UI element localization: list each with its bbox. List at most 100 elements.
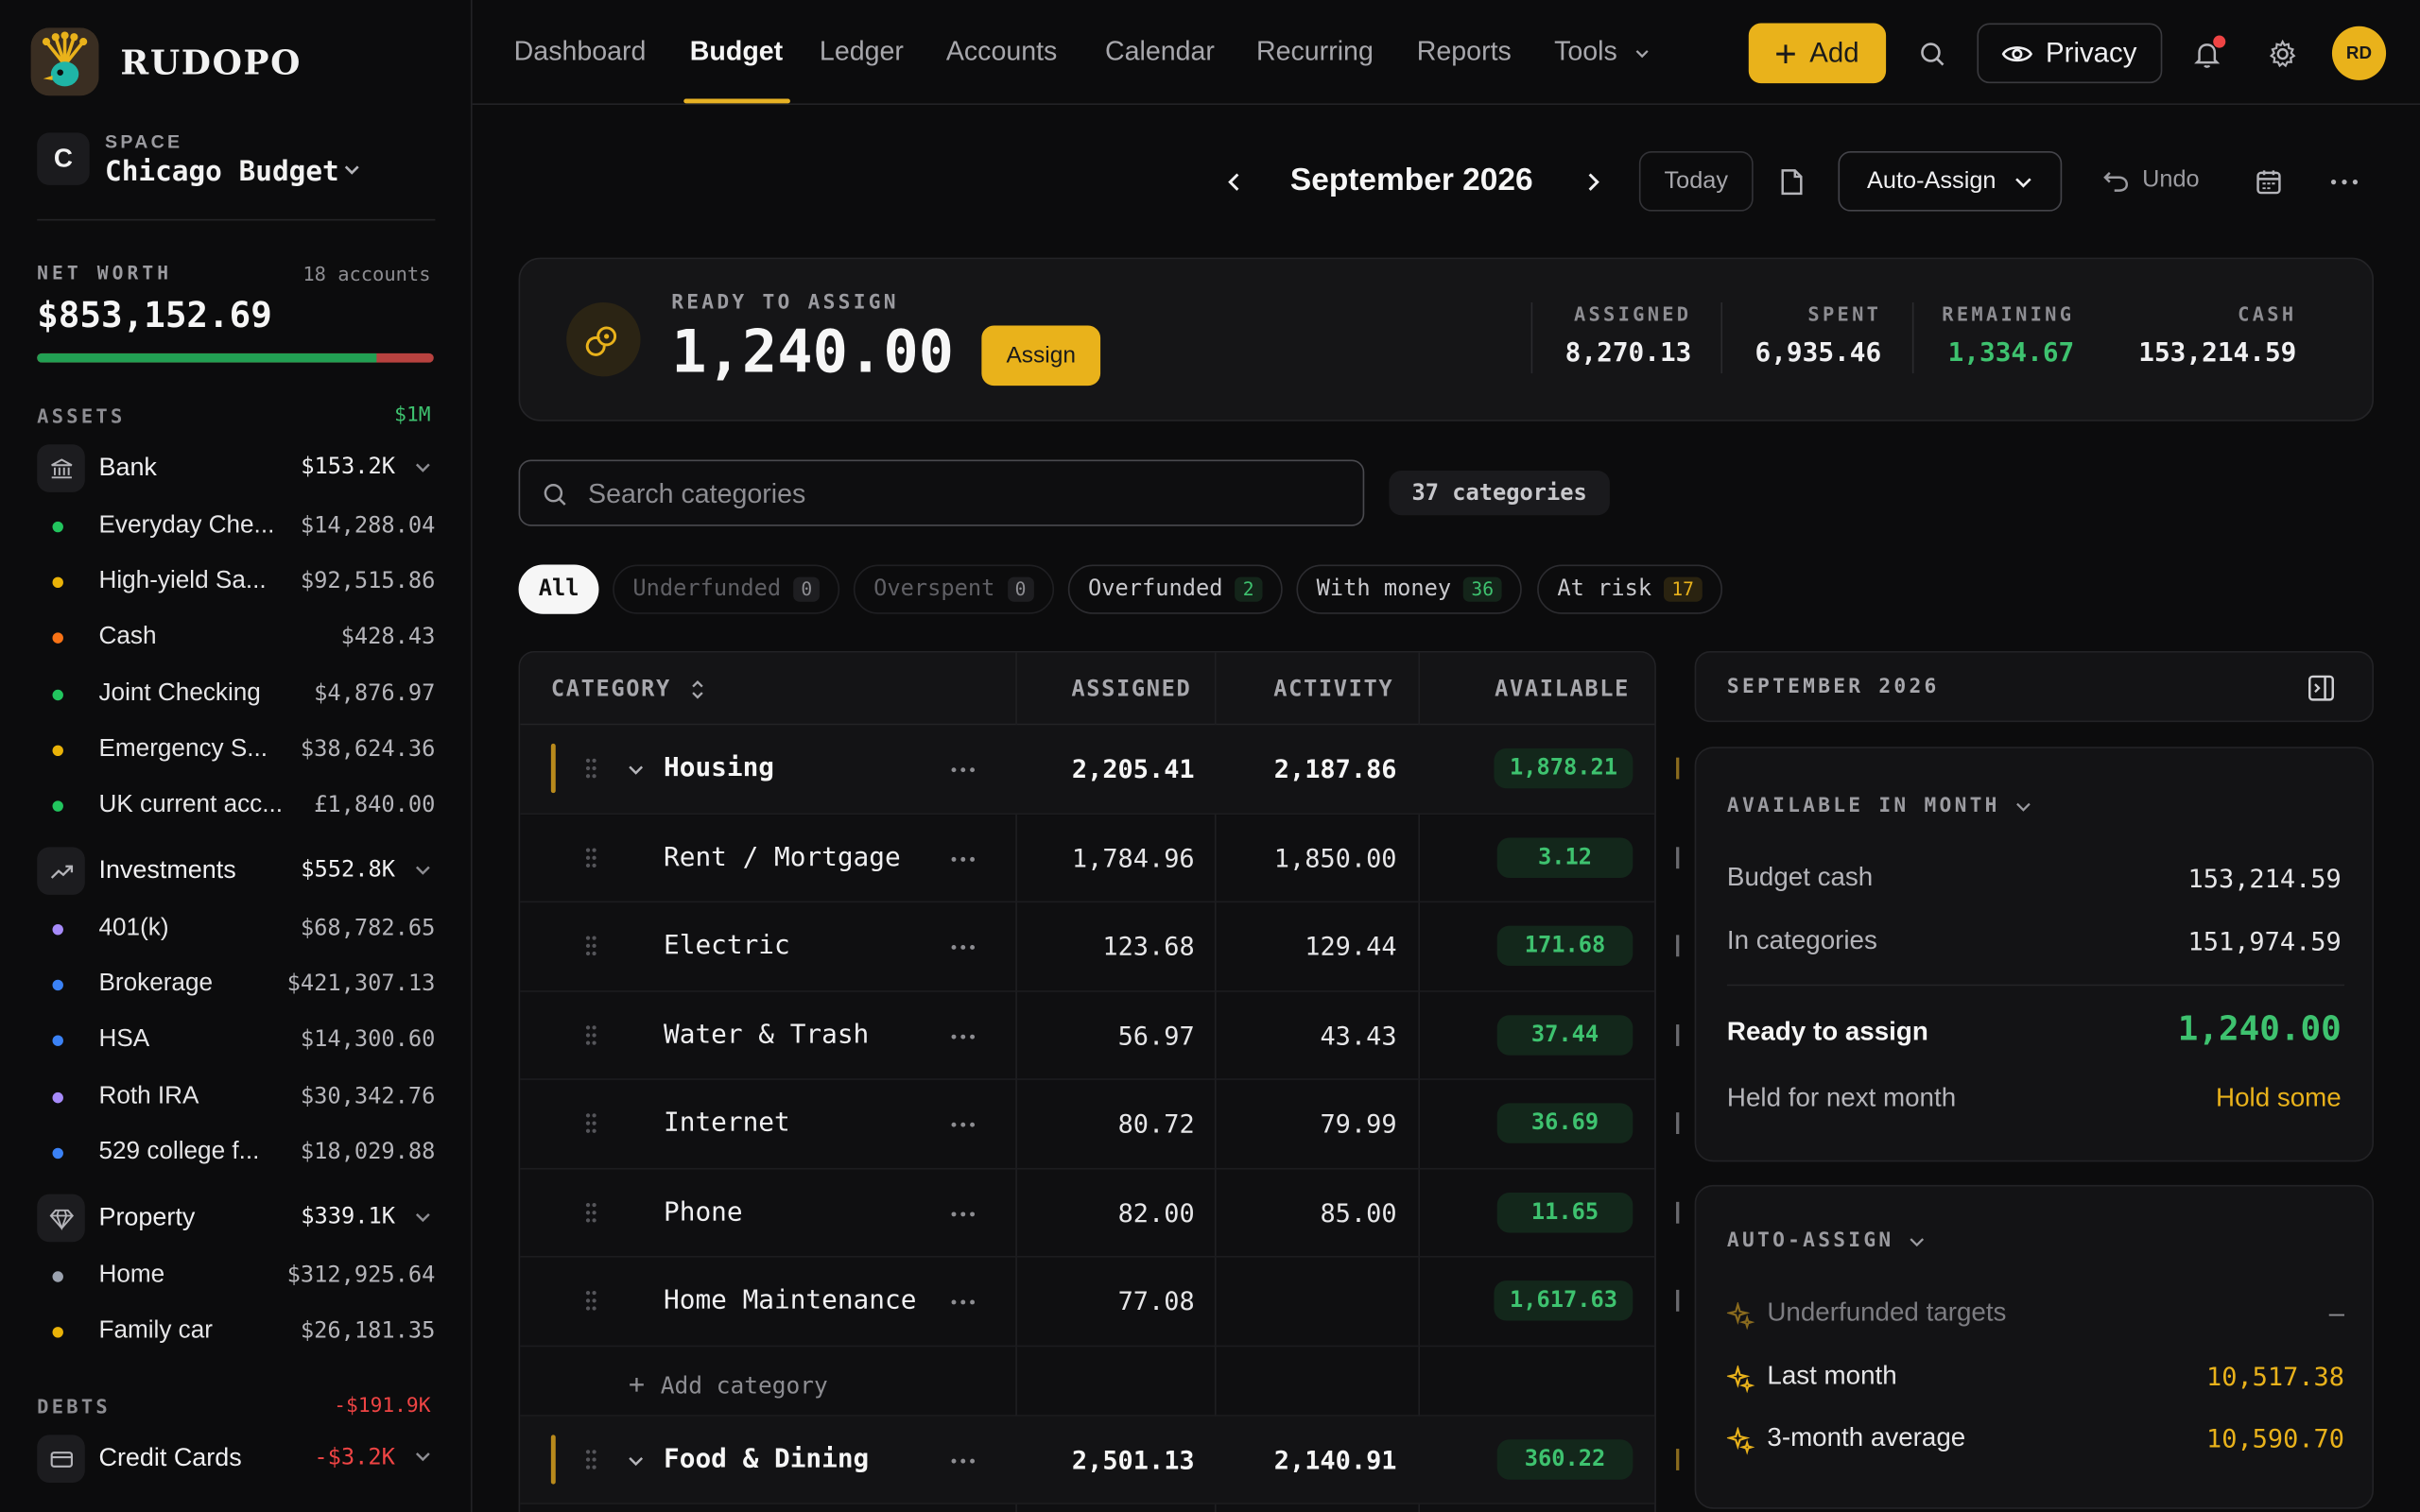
available-column-header[interactable]: AVAILABLE [1495,653,1630,726]
account-group-property[interactable]: Property $339.1K [37,1194,435,1244]
ellipsis-icon[interactable] [951,842,976,869]
app-logo[interactable] [30,27,99,96]
more-options-button[interactable] [2323,161,2366,204]
nav-tab-recurring[interactable]: Recurring [1256,36,1374,68]
calendar-button[interactable] [2247,161,2290,204]
chevron-down-icon[interactable] [627,759,646,786]
ellipsis-icon[interactable] [951,1108,976,1135]
account-group-bank[interactable]: Bank $153.2K [37,444,435,493]
available-badge[interactable]: 1,878.21 [1494,747,1634,789]
table-row[interactable]: Phone 82.00 85.00 11.65 [520,1169,1655,1258]
filter-chip-all[interactable]: All [518,564,599,614]
ellipsis-icon[interactable] [951,1196,976,1224]
table-row[interactable]: Water & Trash 56.97 43.43 37.44 [520,991,1655,1080]
nav-tab-calendar[interactable]: Calendar [1105,36,1215,68]
ellipsis-icon[interactable] [951,753,976,781]
space-avatar[interactable]: C [37,132,90,185]
user-avatar[interactable]: RD [2331,26,2387,80]
account-row[interactable]: Joint Checking $4,876.97 [52,677,435,713]
account-row[interactable]: Roth IRA $30,342.76 [52,1079,435,1116]
drag-handle-icon[interactable] [585,1023,597,1053]
account-row[interactable]: UK current acc... £1,840.00 [52,788,435,825]
account-row[interactable]: Emergency S... $38,624.36 [52,732,435,769]
account-row[interactable]: 529 college f... $18,029.88 [52,1135,435,1172]
settings-button[interactable] [2261,32,2305,76]
assigned-value[interactable]: 82.00 [1118,1198,1195,1228]
account-row[interactable]: HSA $14,300.60 [52,1023,435,1060]
category-group-row[interactable]: Housing 2,205.41 2,187.86 1,878.21 [520,725,1655,815]
available-badge[interactable]: 360.22 [1496,1438,1634,1479]
account-row[interactable]: High-yield Sa... $92,515.86 [52,565,435,602]
drag-handle-icon[interactable] [585,1201,597,1230]
collapse-panel-icon[interactable] [2308,674,2335,701]
ellipsis-icon[interactable] [951,1019,976,1046]
chevron-down-icon[interactable] [627,1450,646,1477]
nav-tab-ledger[interactable]: Ledger [820,36,904,68]
nav-tab-reports[interactable]: Reports [1417,36,1512,68]
auto-assign-option-underfunded-targets[interactable]: Underfunded targets – [1725,1297,2344,1334]
today-button[interactable]: Today [1638,150,1754,212]
activity-column-header[interactable]: ACTIVITY [1273,653,1393,726]
table-row[interactable]: Electric 123.68 129.44 171.68 [520,902,1655,991]
filter-chip-underfunded[interactable]: Underfunded 0 [613,564,840,614]
account-row[interactable]: Family car $26,181.35 [52,1314,435,1351]
filter-chip-overspent[interactable]: Overspent 0 [853,564,1054,614]
assigned-value[interactable]: 123.68 [1102,932,1194,961]
available-badge[interactable]: 36.69 [1496,1103,1634,1143]
chevron-down-icon[interactable] [1634,46,1650,61]
prev-month-button[interactable] [1213,161,1256,204]
chevron-down-icon[interactable] [414,859,433,886]
table-row[interactable]: Home Maintenance 77.08 1,617.63 [520,1258,1655,1347]
drag-handle-icon[interactable] [585,847,597,876]
nav-tab-budget[interactable]: Budget [690,36,783,68]
nav-tab-dashboard[interactable]: Dashboard [514,36,647,68]
available-in-month-toggle[interactable]: AVAILABLE IN MONTH [1727,795,2031,817]
assigned-value[interactable]: 2,205.41 [1072,754,1195,783]
chevron-down-icon[interactable] [414,1207,433,1234]
assign-button[interactable]: Assign [981,325,1101,387]
privacy-button[interactable]: Privacy [1977,23,2163,84]
account-row-partial[interactable] [53,1500,436,1512]
filter-chip-at-risk[interactable]: At risk 17 [1537,564,1722,614]
search-button[interactable] [1910,32,1954,76]
available-badge[interactable]: 1,617.63 [1494,1280,1634,1321]
assigned-column-header[interactable]: ASSIGNED [1071,653,1191,726]
assigned-value[interactable]: 80.72 [1118,1109,1195,1139]
available-badge[interactable]: 11.65 [1496,1192,1634,1232]
drag-handle-icon[interactable] [585,758,597,787]
drag-handle-icon[interactable] [585,1448,597,1477]
account-group-credit-cards[interactable]: Credit Cards -$3.2K [37,1435,435,1484]
table-row[interactable]: Rent / Mortgage 1,784.96 1,850.00 3.12 [520,814,1655,903]
account-row[interactable]: Everyday Che... $14,288.04 [52,509,435,546]
assigned-value[interactable]: 77.08 [1118,1287,1195,1316]
filter-chip-overfunded[interactable]: Overfunded 2 [1067,564,1282,614]
drag-handle-icon[interactable] [585,935,597,964]
drag-handle-icon[interactable] [585,1290,597,1319]
available-badge[interactable]: 171.68 [1496,925,1634,967]
hold-some-link[interactable]: Hold some [2216,1083,2342,1114]
add-category-button[interactable]: Add category [628,1371,828,1399]
chevron-down-icon[interactable] [414,456,433,484]
available-badge[interactable]: 37.44 [1496,1014,1634,1055]
ellipsis-icon[interactable] [951,1285,976,1313]
account-row[interactable]: Brokerage $421,307.13 [52,968,435,1005]
drag-handle-icon[interactable] [585,1112,597,1142]
account-row[interactable]: Home $312,925.64 [52,1259,435,1296]
add-button[interactable]: Add [1748,23,1887,84]
notes-button[interactable] [1771,161,1814,204]
next-month-button[interactable] [1571,161,1615,204]
assigned-value[interactable]: 2,501.13 [1072,1445,1195,1474]
chevron-down-icon[interactable] [414,1447,433,1466]
ellipsis-icon[interactable] [951,930,976,957]
category-group-row[interactable]: Food & Dining 2,501.13 2,140.91 360.22 [520,1415,1655,1504]
account-group-investments[interactable]: Investments $552.8K [37,847,435,896]
undo-button[interactable]: Undo [2102,166,2200,194]
search-input[interactable] [588,476,1345,511]
nav-tab-accounts[interactable]: Accounts [946,36,1058,68]
auto-assign-dropdown[interactable]: Auto-Assign [1838,150,2063,212]
auto-assign-option-last-month[interactable]: Last month 10,517.38 [1725,1360,2344,1397]
auto-assign-option-3-month-average[interactable]: 3-month average 10,590.70 [1725,1422,2344,1459]
nav-tab-tools[interactable]: Tools [1554,36,1617,68]
add-category-row[interactable]: Add category [520,1346,1655,1416]
assigned-value[interactable]: 1,784.96 [1072,843,1195,872]
